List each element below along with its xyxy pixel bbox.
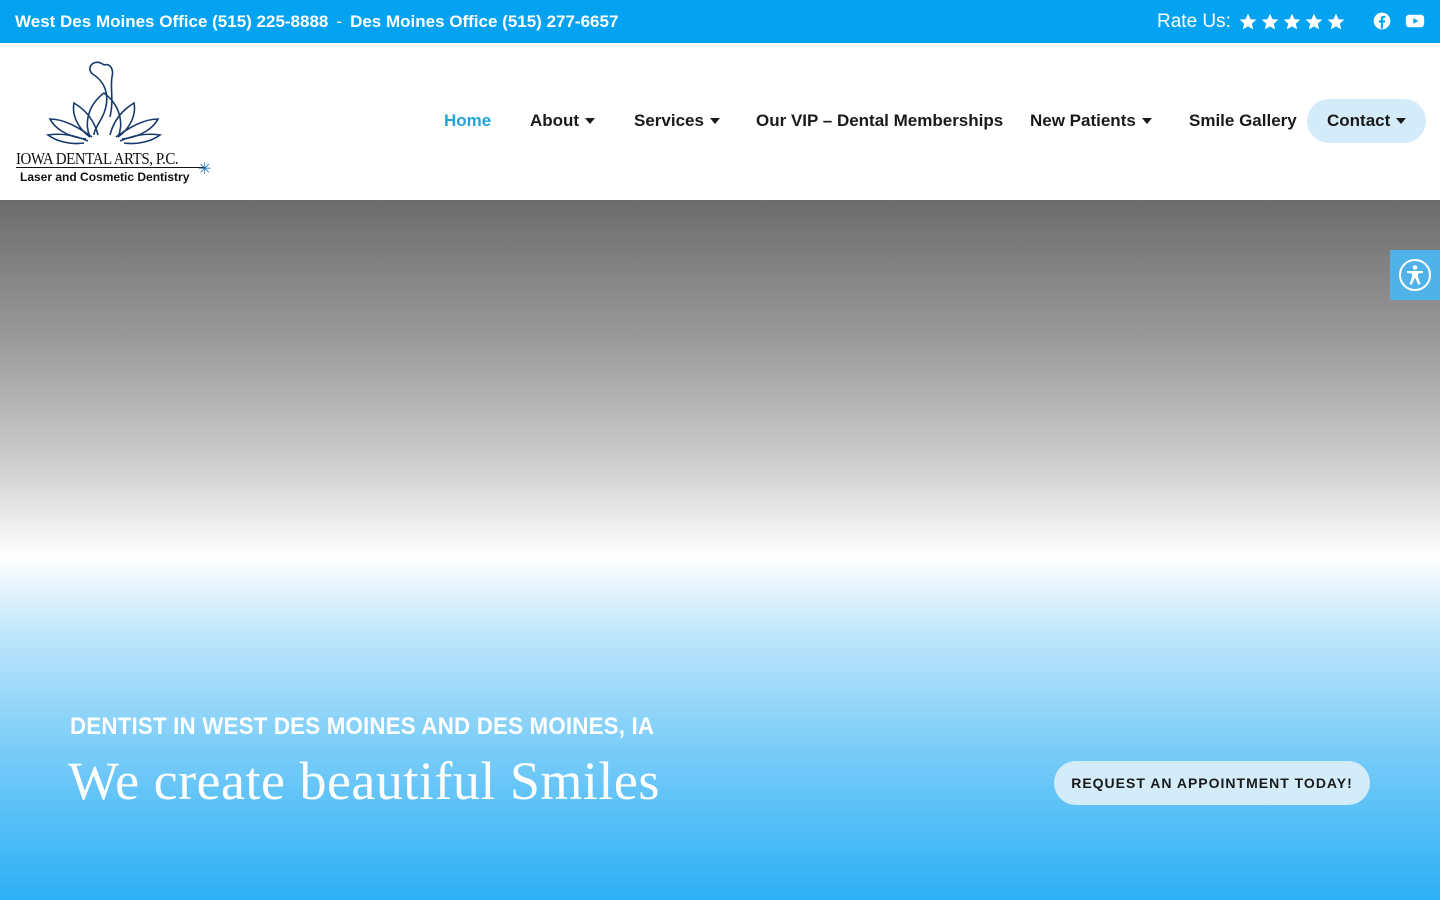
- star-icon[interactable]: [1325, 12, 1347, 32]
- youtube-icon[interactable]: [1405, 11, 1425, 31]
- rate-us: Rate Us:: [1157, 0, 1347, 43]
- nav-item-vip-memberships[interactable]: Our VIP – Dental Memberships: [756, 99, 1003, 143]
- logo-name: IOWA DENTAL ARTS, P.C.: [16, 149, 179, 168]
- des-moines-phone-link[interactable]: Des Moines Office (515) 277-6657: [350, 12, 618, 32]
- accessibility-toggle[interactable]: [1390, 250, 1440, 300]
- sparkle-icon: ✳: [198, 161, 212, 178]
- top-bar: West Des Moines Office (515) 225-8888 - …: [0, 0, 1440, 43]
- star-icon[interactable]: [1303, 12, 1325, 32]
- nav-item-label: Home: [444, 111, 492, 130]
- lotus-swan-icon: [45, 61, 163, 145]
- facebook-icon[interactable]: [1372, 11, 1392, 31]
- rating-stars: [1237, 12, 1347, 32]
- hero-title: We create beautiful Smiles: [68, 751, 660, 811]
- nav-item-label: Services: [634, 111, 704, 130]
- request-appointment-button[interactable]: REQUEST AN APPOINTMENT TODAY!: [1054, 761, 1370, 805]
- phone-separator: -: [336, 11, 343, 31]
- caret-down-icon: [1141, 118, 1152, 124]
- site-logo[interactable]: IOWA DENTAL ARTS, P.C. Laser and Cosmeti…: [14, 57, 219, 187]
- nav-item-about[interactable]: About: [530, 99, 596, 143]
- logo-tagline: Laser and Cosmetic Dentistry: [20, 170, 190, 184]
- nav-item-home[interactable]: Home: [444, 99, 491, 143]
- rate-us-label: Rate Us:: [1157, 10, 1231, 32]
- accessibility-icon: [1399, 259, 1431, 291]
- star-icon[interactable]: [1237, 12, 1259, 32]
- west-des-moines-phone-link[interactable]: West Des Moines Office (515) 225-8888: [15, 12, 328, 32]
- site-header: IOWA DENTAL ARTS, P.C. Laser and Cosmeti…: [0, 43, 1440, 200]
- nav-item-smile-gallery[interactable]: Smile Gallery: [1189, 99, 1297, 143]
- star-icon[interactable]: [1259, 12, 1281, 32]
- hero-eyebrow: DENTIST IN WEST DES MOINES AND DES MOINE…: [70, 713, 655, 740]
- office-phones: West Des Moines Office (515) 225-8888 - …: [15, 0, 618, 43]
- logo-divider: [16, 167, 206, 168]
- nav-item-label: New Patients: [1030, 111, 1136, 130]
- caret-down-icon: [1396, 118, 1407, 124]
- nav-item-label: Our VIP – Dental Memberships: [756, 111, 1004, 130]
- nav-item-services[interactable]: Services: [634, 99, 720, 143]
- nav-item-label: Smile Gallery: [1189, 111, 1297, 130]
- nav-item-label: About: [530, 111, 580, 130]
- nav-item-new-patients[interactable]: New Patients: [1030, 99, 1152, 143]
- nav-item-label: Contact: [1327, 111, 1391, 130]
- hero-banner: DENTIST IN WEST DES MOINES AND DES MOINE…: [0, 200, 1440, 900]
- caret-down-icon: [709, 118, 720, 124]
- caret-down-icon: [585, 118, 596, 124]
- nav-item-contact[interactable]: Contact: [1307, 99, 1427, 143]
- star-icon[interactable]: [1281, 12, 1303, 32]
